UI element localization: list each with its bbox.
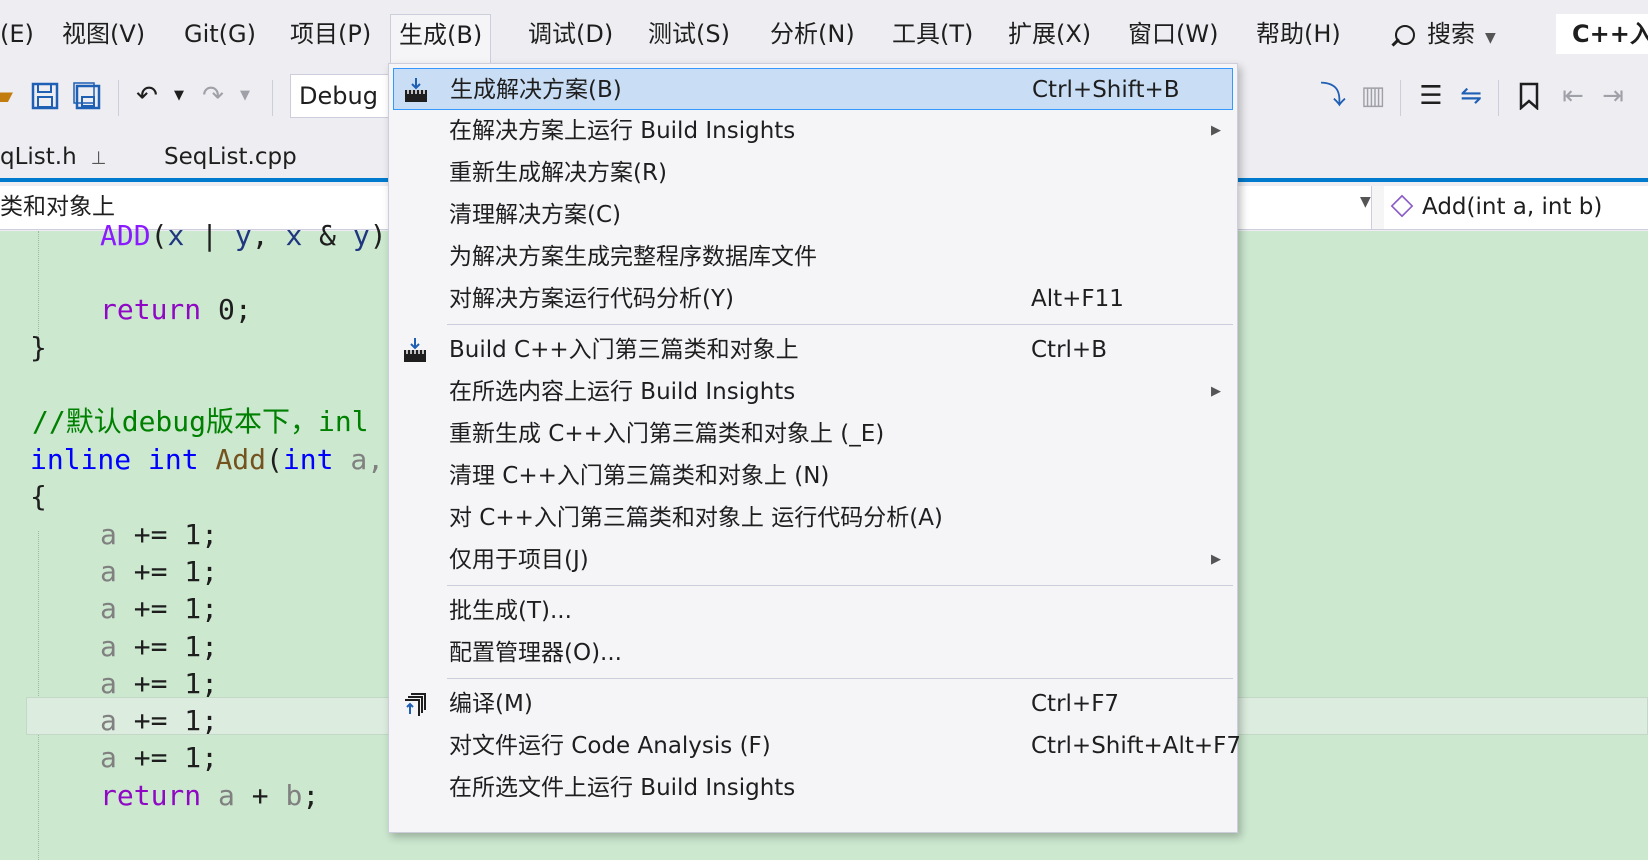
member-dropdown[interactable]: Add(int a, int b) (1384, 186, 1648, 229)
menu-item-build-solution[interactable]: 生成解决方案(B) Ctrl+Shift+B (393, 68, 1233, 110)
submenu-arrow-icon: ▶ (1211, 384, 1221, 399)
tab-label: qList.h (0, 144, 77, 170)
menu-separator (447, 678, 1233, 679)
submenu-arrow-icon: ▶ (1211, 552, 1221, 567)
build-solution-icon (405, 78, 427, 102)
code-line: a += 1; (100, 592, 219, 625)
menu-edit[interactable]: (E) (0, 14, 42, 54)
menu-item-rebuild-project[interactable]: 重新生成 C++入门第三篇类和对象上 (_E) (393, 413, 1233, 455)
menu-item-code-analysis-file[interactable]: 对文件运行 Code Analysis (F) Ctrl+Shift+Alt+F7 (393, 725, 1241, 767)
toolbar-separator (272, 80, 273, 116)
menu-window[interactable]: 窗口(W) (1120, 14, 1226, 54)
code-line: a += 1; (100, 555, 219, 588)
code-line: return 0; (100, 293, 252, 326)
submenu-arrow-icon: ▶ (1211, 123, 1221, 138)
menu-git[interactable]: Git(G) (176, 14, 264, 54)
menu-item-clean-solution[interactable]: 清理解决方案(C) (393, 194, 1233, 236)
menu-item-build-insights-solution[interactable]: 在解决方案上运行 Build Insights ▶ (393, 110, 1233, 152)
code-line: a += 1; (100, 741, 219, 774)
toolbar-separator (1498, 80, 1499, 116)
menu-build[interactable]: 生成(B) (390, 14, 492, 64)
menu-item-generate-pdb[interactable]: 为解决方案生成完整程序数据库文件 (393, 236, 1233, 278)
menu-separator (447, 324, 1233, 325)
menu-item-analyze-project[interactable]: 对 C++入门第三篇类和对象上 运行代码分析(A) (393, 497, 1233, 539)
undo-dropdown-icon[interactable]: ▼ (162, 76, 196, 116)
build-menu-dropdown: 生成解决方案(B) Ctrl+Shift+B 在解决方案上运行 Build Ins… (388, 63, 1241, 833)
indent-guide (38, 231, 39, 341)
solution-title[interactable]: C++入 (1556, 14, 1648, 54)
code-line: } (30, 331, 47, 364)
method-icon (1390, 194, 1414, 218)
toolbar-separator (1400, 80, 1401, 116)
code-line: return a + b; (100, 779, 320, 812)
menu-item-build-insights-selection[interactable]: 在所选内容上运行 Build Insights ▶ (393, 371, 1233, 413)
indent-guide (38, 531, 39, 860)
chevron-down-icon: ▼ (1485, 30, 1496, 46)
tab-label: SeqList.cpp (164, 144, 297, 170)
menu-extensions[interactable]: 扩展(X) (1000, 14, 1099, 54)
menu-help[interactable]: 帮助(H) (1248, 14, 1349, 54)
redo-dropdown-icon[interactable]: ▼ (228, 76, 262, 116)
menu-item-analyze-solution[interactable]: 对解决方案运行代码分析(Y) Alt+F11 (393, 278, 1233, 320)
code-line: a += 1; (100, 704, 219, 737)
menu-item-compile[interactable]: 编译(M) Ctrl+F7 (393, 683, 1233, 725)
uncomment-lines-icon[interactable]: ⇋ (1454, 76, 1488, 116)
comment-lines-icon[interactable]: ☰ (1414, 76, 1448, 116)
menu-separator (447, 585, 1233, 586)
tab-seqlist-cpp[interactable]: SeqList.cpp (150, 136, 388, 178)
menu-item-rebuild-solution[interactable]: 重新生成解决方案(R) (393, 152, 1233, 194)
code-line: ADD(x | y, x & y) (100, 219, 387, 252)
menu-debug[interactable]: 调试(D) (520, 14, 621, 54)
redo-icon[interactable]: ↷ (196, 76, 230, 116)
menu-item-build-insights-file[interactable]: 在所选文件上运行 Build Insights (393, 767, 1233, 809)
previous-bookmark-icon[interactable]: ⇤ (1556, 76, 1590, 116)
code-line: inline int Add(int a, (30, 443, 385, 476)
tab-seqlist-h[interactable]: qList.h ⊥ (0, 136, 145, 178)
compile-icon (405, 693, 426, 716)
code-line: a += 1; (100, 630, 219, 663)
save-all-icon[interactable] (70, 76, 104, 116)
step-into-icon[interactable]: ⤵ (1316, 76, 1350, 116)
code-line: //默认debug版本下，inl (32, 405, 369, 438)
member-label: Add(int a, int b) (1422, 194, 1603, 220)
code-line: a += 1; (100, 667, 219, 700)
menu-test[interactable]: 测试(S) (640, 14, 738, 54)
undo-icon[interactable]: ↶ (130, 76, 164, 116)
menu-item-build-project[interactable]: Build C++入门第三篇类和对象上 Ctrl+B (393, 329, 1233, 371)
search-label: 搜索 (1427, 20, 1475, 48)
pin-icon[interactable]: ⊥ (91, 148, 107, 169)
bookmark-icon[interactable] (1512, 76, 1546, 116)
menu-item-clean-project[interactable]: 清理 C++入门第三篇类和对象上 (N) (393, 455, 1233, 497)
menu-bar: (E) 视图(V) Git(G) 项目(P) 生成(B) 调试(D) 测试(S)… (0, 0, 1648, 64)
menu-item-project-only[interactable]: 仅用于项目(J) ▶ (393, 539, 1233, 581)
menu-analyze[interactable]: 分析(N) (762, 14, 863, 54)
disabled-format-icon[interactable]: ▥ (1356, 76, 1390, 116)
code-line: { (30, 480, 47, 513)
menu-view[interactable]: 视图(V) (54, 14, 153, 54)
open-folder-icon[interactable]: ▰ (0, 76, 20, 116)
search-box[interactable]: 搜索 ▼ (1395, 14, 1496, 54)
code-line: a += 1; (100, 518, 219, 551)
toolbar-separator (118, 80, 119, 116)
menu-project[interactable]: 项目(P) (282, 14, 379, 54)
next-bookmark-icon[interactable]: ⇥ (1596, 76, 1630, 116)
configuration-dropdown[interactable]: Debug (290, 74, 390, 118)
search-icon (1395, 25, 1415, 45)
save-icon[interactable] (28, 76, 62, 116)
menu-item-batch-build[interactable]: 批生成(T)... (393, 590, 1233, 632)
menu-tools[interactable]: 工具(T) (884, 14, 981, 54)
menu-item-configuration-manager[interactable]: 配置管理器(O)... (393, 632, 1233, 674)
build-project-icon (404, 338, 426, 362)
chevron-down-icon[interactable]: ▼ (1360, 194, 1371, 210)
